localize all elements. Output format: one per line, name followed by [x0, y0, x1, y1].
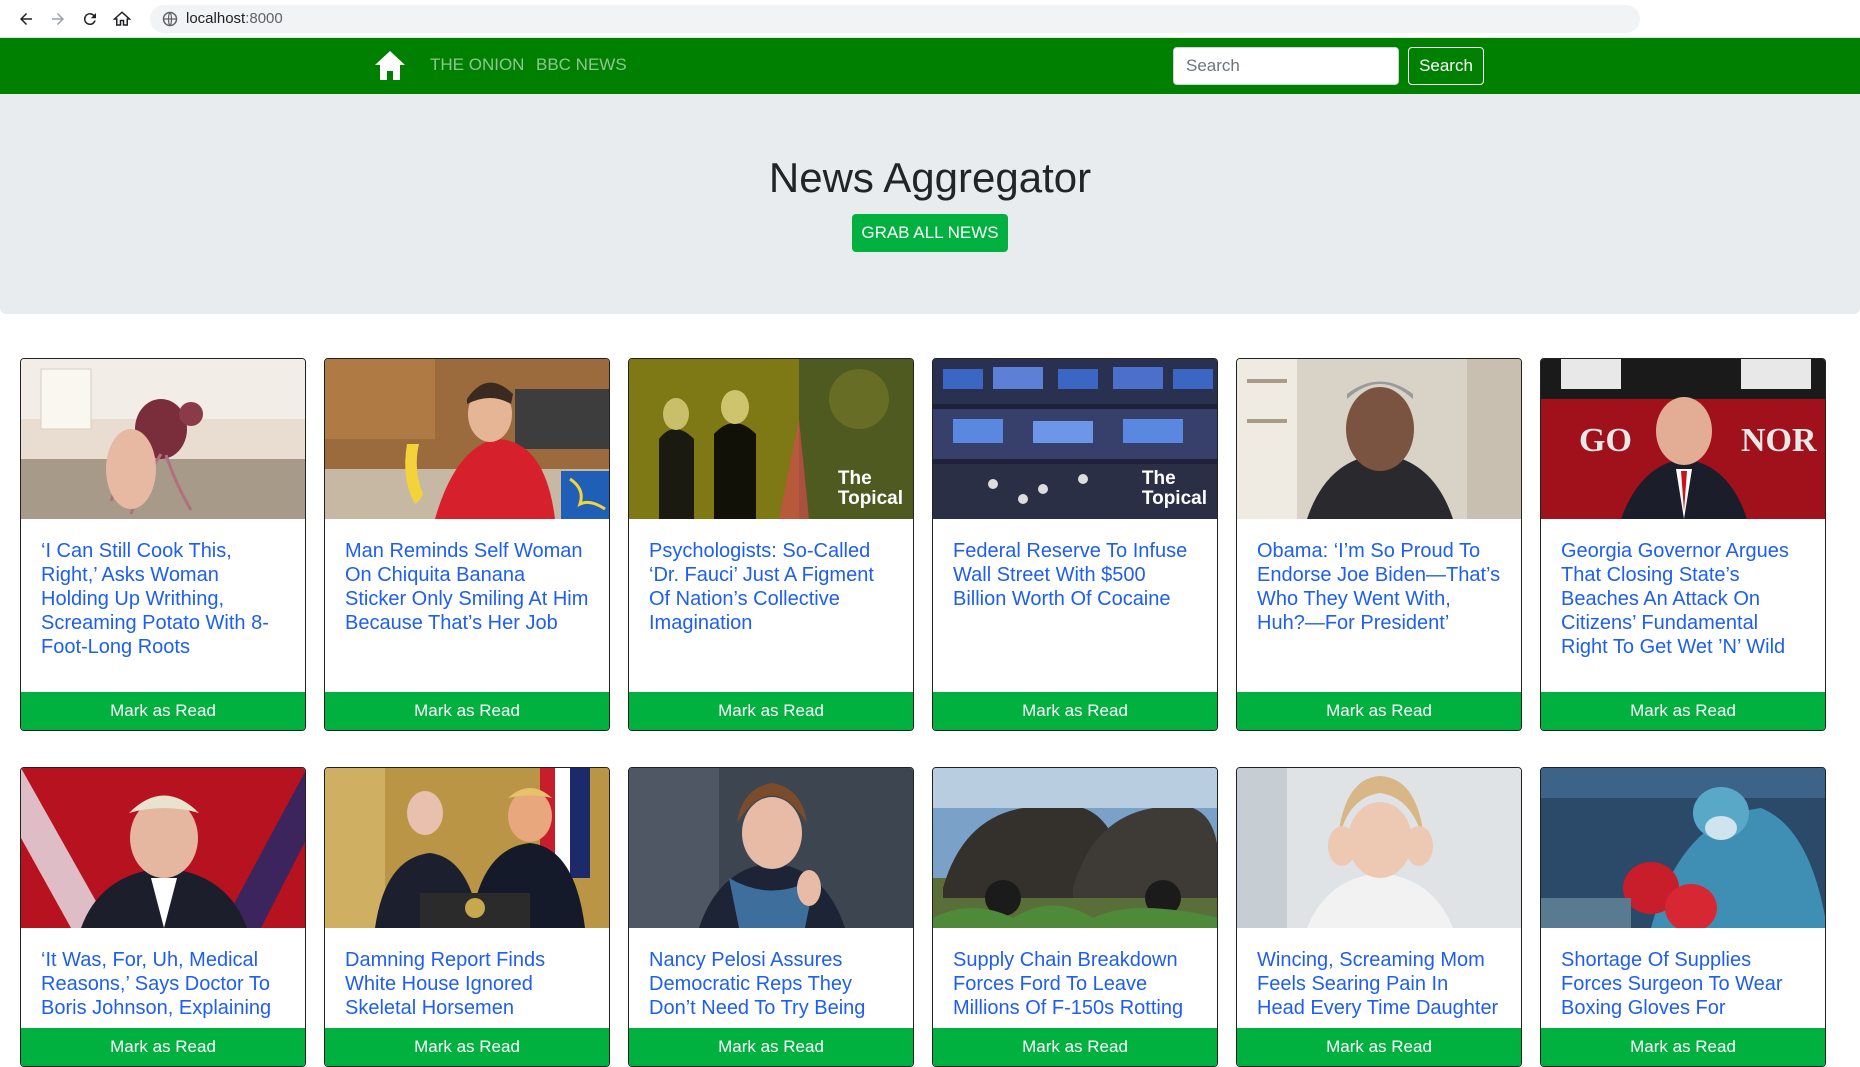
article-image[interactable] [1541, 768, 1825, 928]
article-title[interactable]: ‘I Can Still Cook This, Right,’ Asks Wom… [41, 539, 285, 659]
article-title[interactable]: Georgia Governor Argues That Closing Sta… [1561, 539, 1805, 659]
nav-link-the-onion[interactable]: THE ONION [430, 55, 524, 75]
article-title[interactable]: Man Reminds Self Woman On Chiquita Banan… [345, 539, 589, 635]
url-host: localhost [186, 10, 246, 27]
reload-icon[interactable] [74, 3, 106, 35]
news-card: Obama: ‘I’m So Proud To Endorse Joe Bide… [1236, 358, 1522, 731]
news-card: Shortage Of Supplies Forces Surgeon To W… [1540, 767, 1826, 1067]
globe-icon [162, 11, 178, 26]
svg-text:GO: GO [1579, 422, 1632, 459]
news-card: ‘I Can Still Cook This, Right,’ Asks Wom… [20, 358, 306, 731]
back-icon[interactable] [10, 3, 42, 35]
hero-banner: News Aggregator GRAB ALL NEWS [0, 94, 1860, 314]
article-title[interactable]: Wincing, Screaming Mom Feels Searing Pai… [1257, 948, 1501, 1020]
article-image[interactable]: The Topical [629, 359, 913, 519]
mark-as-read-button[interactable]: Mark as Read [1541, 1028, 1825, 1066]
news-card: The Topical Federal Reserve To Infuse Wal… [932, 358, 1218, 731]
news-card: Nancy Pelosi Assures Democratic Reps The… [628, 767, 914, 1067]
article-title[interactable]: Nancy Pelosi Assures Democratic Reps The… [649, 948, 893, 1020]
article-image[interactable]: GO NOR [1541, 359, 1825, 519]
home-brand-icon[interactable] [372, 48, 408, 84]
mark-as-read-button[interactable]: Mark as Read [21, 692, 305, 730]
article-title[interactable]: Psychologists: So-Called ‘Dr. Fauci’ Jus… [649, 539, 893, 635]
news-card: Man Reminds Self Woman On Chiquita Banan… [324, 358, 610, 731]
nav-link-bbc-news[interactable]: BBC NEWS [536, 55, 627, 75]
article-image[interactable] [629, 768, 913, 928]
navbar: THE ONION BBC NEWS Search [0, 38, 1860, 94]
browser-toolbar: localhost:8000 [0, 0, 1860, 38]
mark-as-read-button[interactable]: Mark as Read [1541, 692, 1825, 730]
mark-as-read-button[interactable]: Mark as Read [933, 692, 1217, 730]
article-image[interactable] [21, 768, 305, 928]
mark-as-read-button[interactable]: Mark as Read [325, 692, 609, 730]
article-image[interactable] [21, 359, 305, 519]
the-topical-logo: The Topical [1141, 468, 1207, 509]
forward-icon[interactable] [42, 3, 74, 35]
article-image[interactable] [1237, 359, 1521, 519]
mark-as-read-button[interactable]: Mark as Read [933, 1028, 1217, 1066]
news-card: Wincing, Screaming Mom Feels Searing Pai… [1236, 767, 1522, 1067]
mark-as-read-button[interactable]: Mark as Read [1237, 1028, 1521, 1066]
svg-text:NOR: NOR [1741, 422, 1817, 459]
article-title[interactable]: Damning Report Finds White House Ignored… [345, 948, 589, 1020]
article-image[interactable] [1237, 768, 1521, 928]
article-title[interactable]: Federal Reserve To Infuse Wall Street Wi… [953, 539, 1197, 611]
news-card: ‘It Was, For, Uh, Medical Reasons,’ Says… [20, 767, 306, 1067]
article-image[interactable] [325, 359, 609, 519]
home-icon[interactable] [106, 3, 138, 35]
search-button[interactable]: Search [1408, 47, 1484, 85]
mark-as-read-button[interactable]: Mark as Read [1237, 692, 1521, 730]
article-title[interactable]: Obama: ‘I’m So Proud To Endorse Joe Bide… [1257, 539, 1501, 635]
article-image[interactable]: The Topical [933, 359, 1217, 519]
the-topical-logo: The Topical [837, 468, 903, 509]
article-image[interactable] [933, 768, 1217, 928]
address-bar[interactable]: localhost:8000 [150, 4, 1640, 33]
news-card: Damning Report Finds White House Ignored… [324, 767, 610, 1067]
mark-as-read-button[interactable]: Mark as Read [21, 1028, 305, 1066]
news-card: Supply Chain Breakdown Forces Ford To Le… [932, 767, 1218, 1067]
article-title[interactable]: Shortage Of Supplies Forces Surgeon To W… [1561, 948, 1805, 1020]
mark-as-read-button[interactable]: Mark as Read [629, 692, 913, 730]
article-title[interactable]: Supply Chain Breakdown Forces Ford To Le… [953, 948, 1197, 1020]
page-title: News Aggregator [768, 154, 1092, 201]
news-card: GO NOR Georgia Governor Argues That Clos… [1540, 358, 1826, 731]
article-title[interactable]: ‘It Was, For, Uh, Medical Reasons,’ Says… [41, 948, 285, 1020]
url-port: :8000 [245, 10, 283, 27]
grab-all-news-button[interactable]: GRAB ALL NEWS [852, 214, 1008, 252]
mark-as-read-button[interactable]: Mark as Read [629, 1028, 913, 1066]
search-input[interactable] [1173, 47, 1399, 85]
mark-as-read-button[interactable]: Mark as Read [325, 1028, 609, 1066]
article-image[interactable] [325, 768, 609, 928]
news-card: The Topical Psychologists: So-Called ‘Dr.… [628, 358, 914, 731]
